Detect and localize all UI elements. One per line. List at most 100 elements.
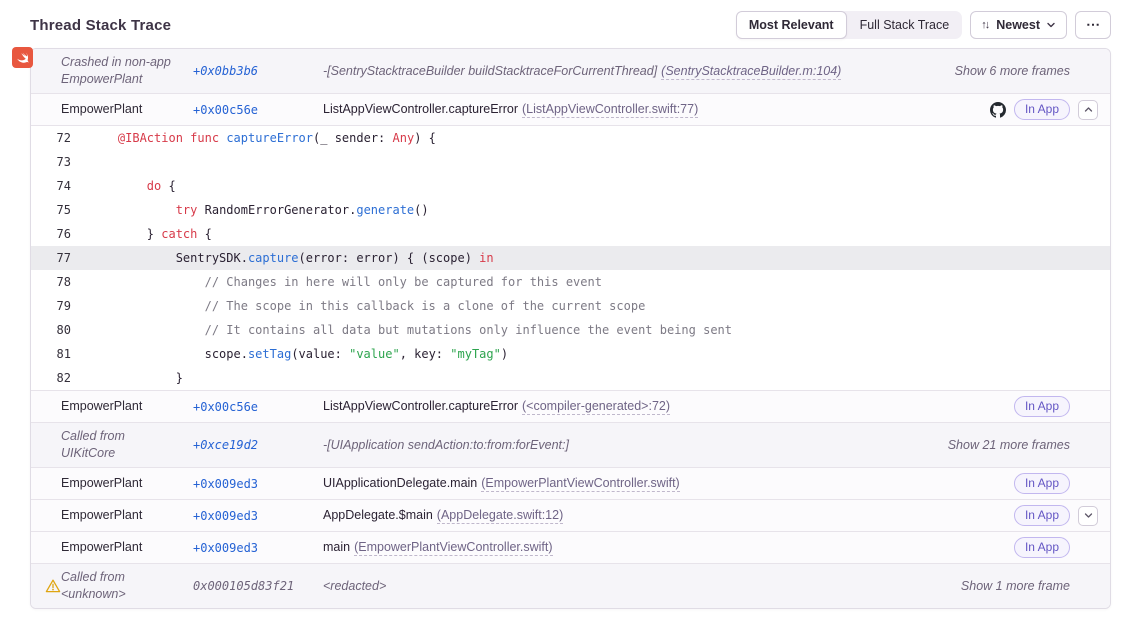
code-text: // Changes in here will only be captured…	[71, 270, 602, 294]
frame-module: EmpowerPlant	[31, 398, 193, 415]
line-number: 81	[31, 342, 71, 366]
frame-actions: In App	[1014, 473, 1098, 494]
line-number: 74	[31, 174, 71, 198]
frame-address: 0x000105d83f21	[193, 579, 323, 593]
frame-address[interactable]: +0x009ed3	[193, 541, 323, 555]
frame-actions: In App	[1014, 505, 1098, 526]
line-number: 79	[31, 294, 71, 318]
in-app-badge: In App	[1014, 473, 1070, 494]
code-line: 78 // Changes in here will only be captu…	[31, 270, 1110, 294]
code-line: 75 try RandomErrorGenerator.generate()	[31, 198, 1110, 222]
expander-slot	[1078, 576, 1098, 596]
frame-actions: Show 21 more frames	[948, 435, 1098, 455]
frame-source-file-link[interactable]: (<compiler-generated>:72)	[522, 399, 670, 415]
frame-source-file-link[interactable]: (EmpowerPlantViewController.swift)	[354, 540, 552, 556]
code-line: 73	[31, 150, 1110, 174]
page-title: Thread Stack Trace	[30, 17, 171, 34]
frame-module-line: EmpowerPlant	[61, 101, 193, 118]
code-text: @IBAction func captureError(_ sender: An…	[71, 126, 436, 150]
expander-slot	[1078, 397, 1098, 417]
code-text: } catch {	[71, 222, 212, 246]
code-line: 72 @IBAction func captureError(_ sender:…	[31, 126, 1110, 150]
frame-function-name: ListAppViewController.captureError	[323, 102, 518, 116]
more-options-button[interactable]: ⋯	[1075, 11, 1111, 39]
frame-module: EmpowerPlant	[31, 539, 193, 556]
frame-function-name: ListAppViewController.captureError	[323, 399, 518, 413]
frame-address[interactable]: +0xce19d2	[193, 438, 323, 452]
show-more-frames-link[interactable]: Show 1 more frame	[961, 579, 1070, 593]
expander-slot	[1078, 474, 1098, 494]
frame-address[interactable]: +0x009ed3	[193, 477, 323, 491]
in-app-badge: In App	[1014, 396, 1070, 417]
tab-most-relevant[interactable]: Most Relevant	[736, 11, 847, 39]
in-app-badge: In App	[1014, 505, 1070, 526]
frame-source-file-link[interactable]: (AppDelegate.swift:12)	[437, 508, 563, 524]
code-line: 76 } catch {	[31, 222, 1110, 246]
frame-function-name: -[SentryStacktraceBuilder buildStacktrac…	[323, 64, 657, 78]
frame-module-line: EmpowerPlant	[61, 507, 193, 524]
stack-frame-row[interactable]: EmpowerPlant+0x009ed3AppDelegate.$main(A…	[31, 499, 1110, 531]
code-line: 81 scope.setTag(value: "value", key: "my…	[31, 342, 1110, 366]
show-more-frames-link[interactable]: Show 6 more frames	[955, 64, 1070, 78]
stack-frame-row[interactable]: EmpowerPlant+0x00c56eListAppViewControll…	[31, 390, 1110, 422]
sort-button[interactable]: ↑↓ Newest	[970, 11, 1067, 39]
frame-function-name: main	[323, 540, 350, 554]
frame-module-line: EmpowerPlant	[61, 398, 193, 415]
frame-source-file-link[interactable]: (EmpowerPlantViewController.swift)	[481, 476, 679, 492]
frame-module: EmpowerPlant	[31, 475, 193, 492]
github-icon[interactable]	[990, 102, 1006, 118]
expander-slot	[1078, 100, 1098, 120]
stack-frame-row[interactable]: EmpowerPlant+0x009ed3main (EmpowerPlantVi…	[31, 531, 1110, 563]
code-line: 80 // It contains all data but mutations…	[31, 318, 1110, 342]
expander-slot	[1078, 506, 1098, 526]
stack-frame-row[interactable]: Called fromUIKitCore+0xce19d2-[UIApplica…	[31, 422, 1110, 467]
frame-function-name: <redacted>	[323, 579, 386, 593]
code-text: }	[71, 366, 183, 390]
frame-actions: Show 1 more frame	[961, 576, 1098, 596]
stack-frame-row[interactable]: EmpowerPlant+0x009ed3UIApplicationDelega…	[31, 467, 1110, 499]
show-more-frames-link[interactable]: Show 21 more frames	[948, 438, 1070, 452]
warning-icon	[45, 578, 61, 594]
in-app-badge: In App	[1014, 537, 1070, 558]
frame-actions: Show 6 more frames	[955, 61, 1098, 81]
frame-module-line: Called from	[61, 428, 193, 445]
frame-module-line: EmpowerPlant	[61, 539, 193, 556]
tab-full-stack-trace[interactable]: Full Stack Trace	[847, 11, 963, 39]
frame-source-file-link[interactable]: (SentryStacktraceBuilder.m:104)	[661, 64, 841, 80]
frame-source-file-link[interactable]: (ListAppViewController.swift:77)	[522, 102, 698, 118]
frame-function: AppDelegate.$main(AppDelegate.swift:12)	[323, 507, 1014, 524]
code-text: scope.setTag(value: "value", key: "myTag…	[71, 342, 508, 366]
frame-function: <redacted>	[323, 578, 961, 595]
line-number: 73	[31, 150, 71, 174]
frame-list: Crashed in non-appEmpowerPlant+0x0bb3b6-…	[30, 48, 1111, 609]
sort-arrows-icon: ↑↓	[981, 19, 988, 31]
frame-function: ListAppViewController.captureError (ListA…	[323, 101, 990, 118]
line-number: 77	[31, 246, 71, 270]
view-toggle: Most Relevant Full Stack Trace	[736, 11, 962, 39]
code-text	[71, 150, 89, 174]
frame-address[interactable]: +0x0bb3b6	[193, 64, 323, 78]
chevron-up-button[interactable]	[1078, 100, 1098, 120]
frame-address[interactable]: +0x009ed3	[193, 509, 323, 523]
frame-function: UIApplicationDelegate.main (EmpowerPlantV…	[323, 475, 1014, 492]
frame-module: Called fromUIKitCore	[31, 428, 193, 462]
stack-frame-row[interactable]: Called from<unknown>0x000105d83f21<redac…	[31, 563, 1110, 608]
frame-module-line: Called from	[61, 569, 193, 586]
stack-frame-row[interactable]: Crashed in non-appEmpowerPlant+0x0bb3b6-…	[31, 49, 1110, 93]
stack-trace-panel: Crashed in non-appEmpowerPlant+0x0bb3b6-…	[30, 48, 1111, 609]
chevron-down-icon	[1046, 20, 1056, 30]
chevron-down-button[interactable]	[1078, 506, 1098, 526]
ellipsis-icon: ⋯	[1086, 18, 1100, 30]
stack-frame-row[interactable]: EmpowerPlant+0x00c56eListAppViewControll…	[31, 93, 1110, 125]
panel-header: Thread Stack Trace Most Relevant Full St…	[0, 0, 1141, 48]
frame-function: -[SentryStacktraceBuilder buildStacktrac…	[323, 63, 955, 80]
frame-address[interactable]: +0x00c56e	[193, 103, 323, 117]
swift-crash-icon	[12, 47, 33, 68]
frame-module: EmpowerPlant	[31, 507, 193, 524]
line-number: 72	[31, 126, 71, 150]
frame-address[interactable]: +0x00c56e	[193, 400, 323, 414]
frame-function-name: -[UIApplication sendAction:to:from:forEv…	[323, 438, 569, 452]
frame-function-name: UIApplicationDelegate.main	[323, 476, 477, 490]
code-text: SentrySDK.capture(error: error) { (scope…	[71, 246, 494, 270]
frame-module-line: EmpowerPlant	[61, 475, 193, 492]
